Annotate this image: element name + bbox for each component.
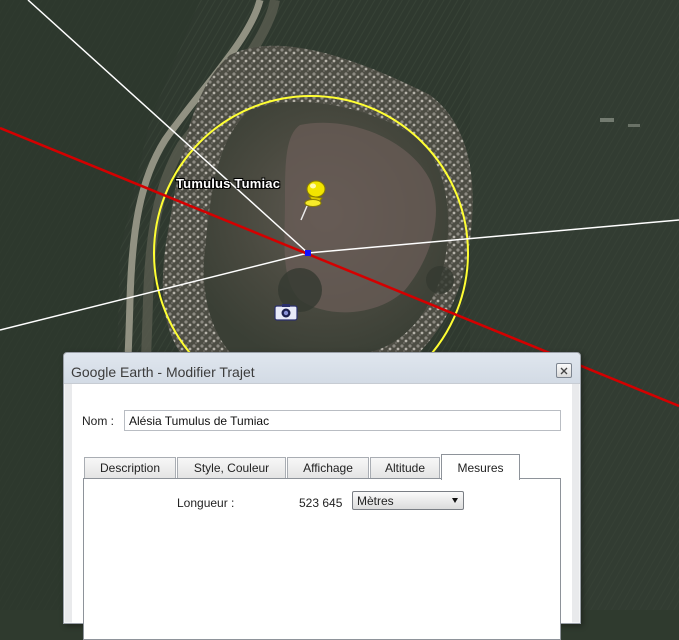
length-label: Longueur : xyxy=(177,496,235,510)
path-vertex-point[interactable] xyxy=(305,250,311,256)
modify-path-dialog: Google Earth - Modifier Trajet Nom : Des… xyxy=(63,352,581,640)
close-button[interactable] xyxy=(556,363,572,378)
field-mark xyxy=(600,118,614,122)
pushpin-icon[interactable] xyxy=(296,176,332,222)
field-mark xyxy=(628,124,640,127)
placemark-label[interactable]: Tumulus Tumiac xyxy=(176,176,280,191)
tab-affichage[interactable]: Affichage xyxy=(287,457,369,478)
dark-shrub xyxy=(426,266,454,294)
unit-select[interactable]: Mètres xyxy=(352,491,464,510)
tab-altitude[interactable]: Altitude xyxy=(370,457,440,478)
camera-icon[interactable] xyxy=(274,303,298,321)
name-label: Nom : xyxy=(82,414,115,428)
tab-description[interactable]: Description xyxy=(84,457,176,478)
close-icon xyxy=(560,367,568,374)
unit-select-value: Mètres xyxy=(357,494,394,508)
chevron-down-icon xyxy=(452,498,458,503)
measures-panel: Longueur : 523 645 Mètres xyxy=(83,478,561,640)
tab-mesures[interactable]: Mesures xyxy=(441,454,520,480)
name-input[interactable] xyxy=(124,410,561,431)
length-value: 523 645 xyxy=(299,496,343,510)
dialog-title: Google Earth - Modifier Trajet xyxy=(71,364,255,380)
tab-style-couleur[interactable]: Style, Couleur xyxy=(177,457,286,478)
dialog-titlebar[interactable]: Google Earth - Modifier Trajet xyxy=(64,353,580,384)
